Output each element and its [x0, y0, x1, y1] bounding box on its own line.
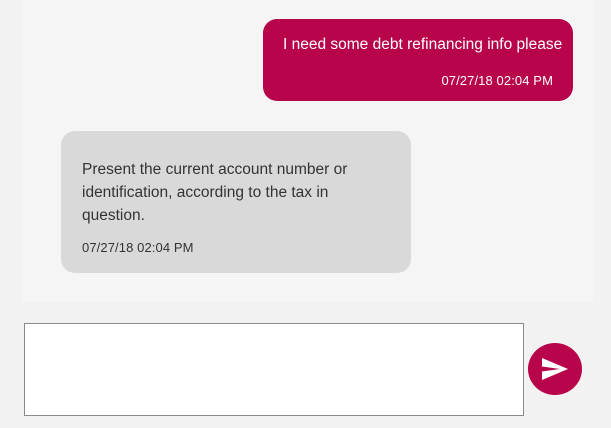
message-timestamp: 07/27/18 02:04 PM — [82, 240, 194, 255]
send-icon — [542, 358, 568, 380]
user-message-bubble: I need some debt refinancing info please… — [263, 19, 573, 101]
message-timestamp: 07/27/18 02:04 PM — [441, 73, 553, 88]
message-input[interactable] — [24, 323, 524, 416]
send-button[interactable] — [528, 343, 582, 395]
message-text: I need some debt refinancing info please — [283, 36, 563, 53]
bot-message-bubble: Present the current account number or id… — [61, 131, 411, 273]
message-list: I need some debt refinancing info please… — [21, 0, 593, 302]
message-text: Present the current account number or id… — [82, 161, 348, 224]
chat-window: I need some debt refinancing info please… — [0, 0, 611, 428]
